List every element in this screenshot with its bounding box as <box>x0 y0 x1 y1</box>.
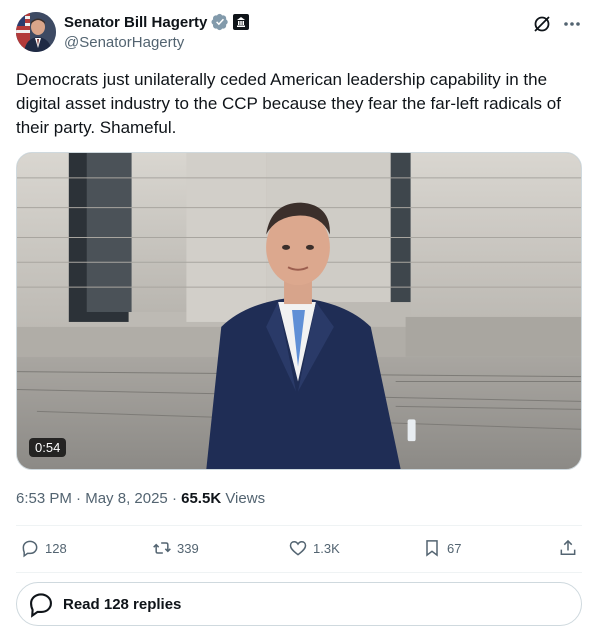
bookmark-count: 67 <box>447 540 462 556</box>
government-building-icon[interactable] <box>233 14 250 30</box>
action-bar: 128 339 1.3K 67 <box>16 538 582 562</box>
author-handle[interactable]: @SenatorHagerty <box>64 34 184 51</box>
repost-icon <box>153 542 171 554</box>
tweet-date[interactable]: May 8, 2025 <box>85 490 168 507</box>
video-player[interactable]: 0:54 <box>16 152 582 470</box>
meta-separator: · <box>76 490 82 507</box>
avatar[interactable] <box>16 12 56 52</box>
tweet-time[interactable]: 6:53 PM <box>16 490 72 507</box>
share-icon <box>560 539 576 555</box>
reply-icon <box>22 540 38 558</box>
grok-icon[interactable] <box>532 14 552 34</box>
more-options-icon[interactable] <box>562 14 582 34</box>
share-button[interactable] <box>558 538 578 558</box>
video-duration-badge: 0:54 <box>29 438 67 457</box>
read-replies-label: Read 128 replies <box>63 595 182 613</box>
bookmark-icon <box>426 540 438 557</box>
like-button[interactable]: 1.3K <box>288 538 340 558</box>
reply-bubble-icon <box>30 593 52 618</box>
reply-count: 128 <box>45 540 67 556</box>
repost-count: 339 <box>177 540 199 556</box>
video-thumbnail <box>17 153 581 469</box>
views-label: Views <box>225 490 266 507</box>
meta-separator: · <box>171 490 177 507</box>
verified-badge-icon[interactable] <box>211 13 229 31</box>
like-count: 1.3K <box>313 540 340 556</box>
tweet-text: Democrats just unilaterally ceded Americ… <box>16 70 561 137</box>
divider <box>16 525 582 526</box>
reply-button[interactable]: 128 <box>20 538 67 558</box>
tweet-header: Senator Bill Hagerty @SenatorHagerty <box>16 12 582 56</box>
read-replies-button[interactable]: Read 128 replies <box>16 582 582 626</box>
views-count: 65.5K <box>181 490 222 507</box>
repost-button[interactable]: 339 <box>152 538 199 558</box>
display-name[interactable]: Senator Bill Hagerty <box>64 14 207 31</box>
divider <box>16 572 582 573</box>
bookmark-button[interactable]: 67 <box>422 538 461 558</box>
tweet-meta: 6:53 PM · May 8, 2025 · 65.5K Views <box>16 490 265 507</box>
heart-icon <box>289 540 307 556</box>
